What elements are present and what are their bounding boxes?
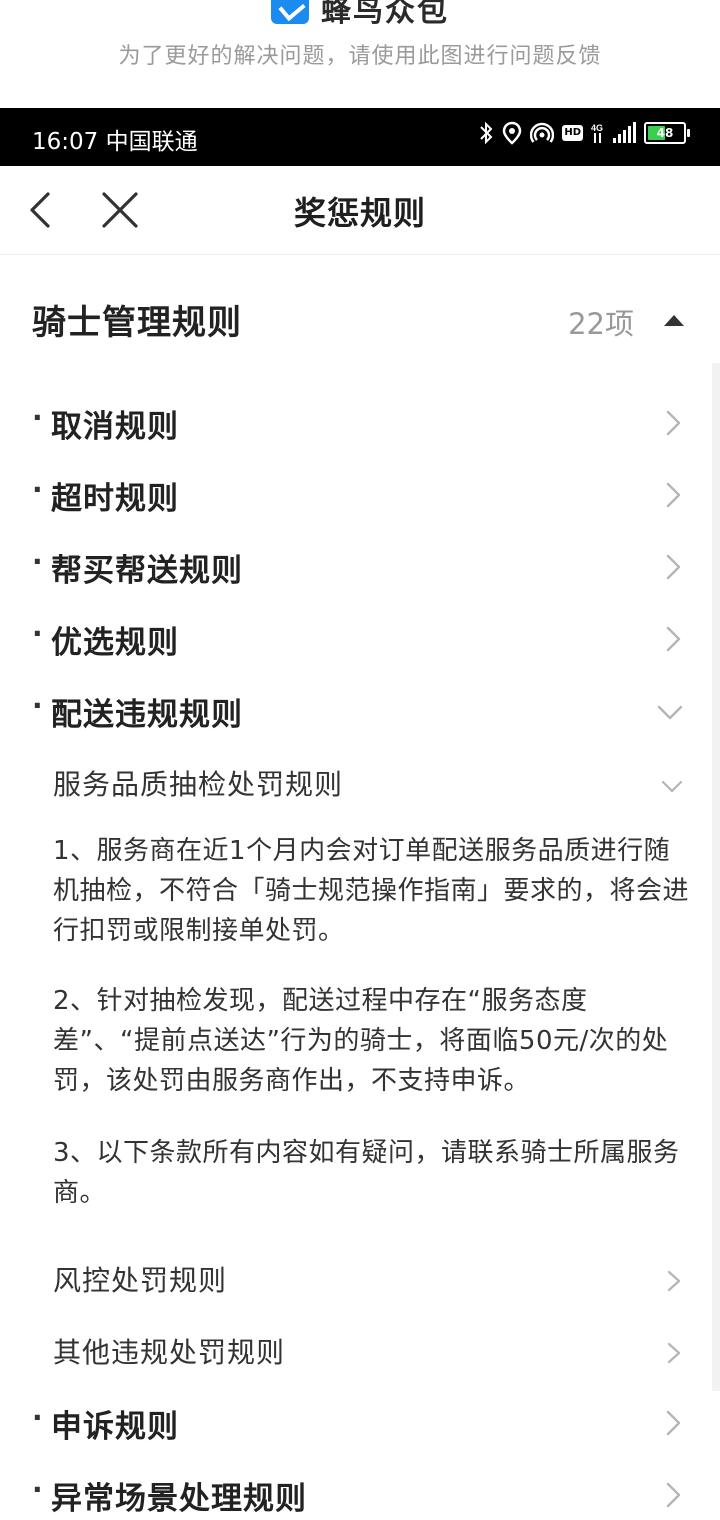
banner-subtitle: 为了更好的解决问题，请使用此图进行问题反馈 — [118, 44, 602, 69]
rule-label: 配送违规规则 — [51, 697, 243, 733]
bullet-dot: · — [32, 473, 43, 506]
sub-rule-risk-control[interactable]: 风控处罚规则 — [0, 1257, 720, 1301]
rule-item-timeout[interactable]: · 超时规则 — [0, 469, 720, 517]
scrollbar[interactable] — [712, 363, 720, 1391]
chevron-right-icon — [666, 410, 681, 436]
status-time: 16:07 — [32, 129, 99, 155]
signal-icon — [613, 122, 636, 143]
section-title: 骑士管理规则 — [32, 303, 242, 343]
chevron-right-icon — [667, 1270, 681, 1292]
rule-item-appeal[interactable]: · 申诉规则 — [0, 1397, 720, 1445]
section-count: 22项 — [568, 307, 634, 341]
bluetooth-icon — [480, 121, 493, 145]
bullet-dot: · — [32, 617, 43, 650]
status-carrier: 中国联通 — [105, 129, 198, 155]
status-icons: HD 4G 48 — [478, 121, 690, 145]
chevron-right-icon — [666, 626, 681, 652]
rule-label: 异常场景处理规则 — [51, 1481, 307, 1517]
chevron-right-icon — [666, 1410, 681, 1436]
bullet-dot: · — [32, 1401, 43, 1434]
status-bar: 16:07 中国联通 HD 4G 48 — [0, 108, 720, 166]
sub-rule-label: 其他违规处罚规则 — [53, 1336, 286, 1369]
rule-item-cancel[interactable]: · 取消规则 — [0, 397, 720, 445]
chevron-right-icon — [666, 554, 681, 580]
rule-label: 优选规则 — [51, 625, 179, 661]
location-icon — [503, 121, 522, 145]
sub-rule-label: 风控处罚规则 — [53, 1264, 228, 1297]
chevron-down-icon — [657, 705, 683, 720]
sub-rule-label: 服务品质抽检处罚规则 — [53, 768, 344, 801]
rule-paragraph: 1、服务商在近1个月内会对订单配送服务品质进行随机抽检，不符合「骑士规范操作指南… — [53, 836, 690, 946]
banner-app-label: 蜂鸟众包 — [321, 0, 449, 29]
4g-icon: 4G — [591, 123, 603, 143]
bullet-dot: · — [32, 689, 43, 722]
caret-up-icon — [664, 315, 684, 326]
rule-paragraph: 3、以下条款所有内容如有疑问，请联系骑士所属服务商。 — [53, 1138, 680, 1208]
rule-label: 取消规则 — [51, 409, 179, 445]
sub-rule-other-violations[interactable]: 其他违规处罚规则 — [0, 1329, 720, 1373]
chevron-right-icon — [667, 1342, 681, 1364]
rule-label: 超时规则 — [51, 481, 179, 517]
rule-label: 帮买帮送规则 — [51, 553, 243, 589]
chevron-right-icon — [666, 482, 681, 508]
status-time-carrier: 16:07 中国联通 — [32, 122, 198, 156]
banner-app-name: 蜂鸟众包 — [0, 0, 720, 29]
chevron-right-icon — [666, 1482, 681, 1508]
app-logo-icon — [271, 0, 309, 24]
rule-label: 申诉规则 — [51, 1409, 179, 1445]
hotspot-icon — [530, 122, 555, 143]
svg-text:4G: 4G — [591, 123, 603, 133]
battery-level: 48 — [656, 126, 674, 140]
hd-icon: HD — [562, 125, 583, 141]
chevron-down-icon — [661, 780, 683, 793]
page-title: 奖惩规则 — [293, 194, 426, 232]
rule-paragraph: 2、针对抽检发现，配送过程中存在“服务态度差”、“提前点送达”行为的骑士，将面临… — [53, 986, 669, 1096]
sub-rule-quality-inspection[interactable]: 服务品质抽检处罚规则 — [0, 761, 720, 805]
bullet-dot: · — [32, 1473, 43, 1506]
bullet-dot: · — [32, 401, 43, 434]
rule-item-delivery-violation[interactable]: · 配送违规规则 — [0, 685, 720, 733]
rule-item-preferred[interactable]: · 优选规则 — [0, 613, 720, 661]
feedback-banner: 蜂鸟众包 为了更好的解决问题，请使用此图进行问题反馈 — [0, 0, 720, 108]
battery-icon: 48 — [644, 122, 690, 144]
nav-bar: 奖惩规则 — [0, 166, 720, 255]
rules-content: 骑士管理规则 22项 · 取消规则 · 超时规则 · 帮买帮送规则 · 优选规则… — [0, 255, 720, 1520]
rule-item-abnormal-scenario[interactable]: · 异常场景处理规则 — [0, 1469, 720, 1517]
section-header-knight-rules[interactable]: 骑士管理规则 22项 — [32, 295, 684, 345]
bullet-dot: · — [32, 545, 43, 578]
rule-item-buy-deliver[interactable]: · 帮买帮送规则 — [0, 541, 720, 589]
